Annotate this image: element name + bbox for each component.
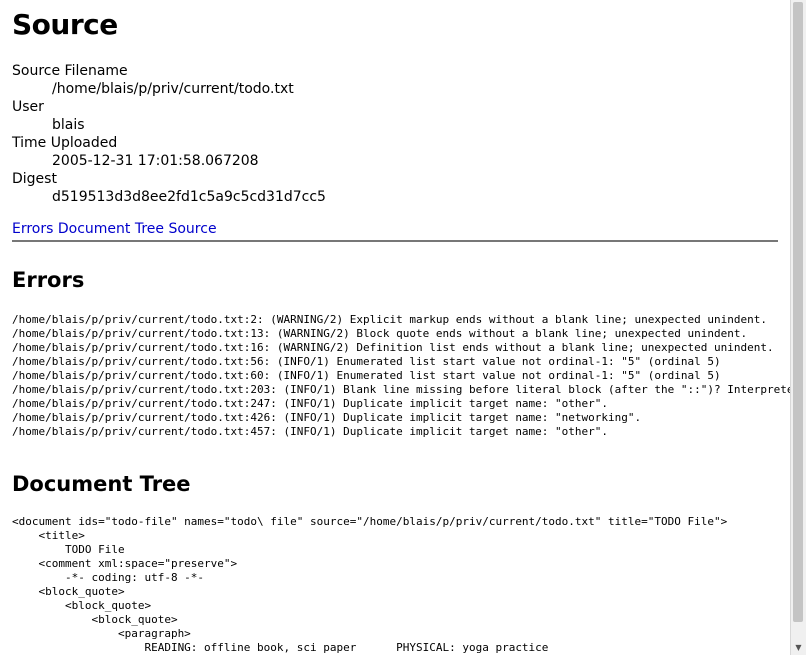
tree-line: TODO File — [12, 543, 125, 556]
divider — [12, 240, 778, 242]
errors-log: /home/blais/p/priv/current/todo.txt:2: (… — [12, 313, 790, 439]
error-line: /home/blais/p/priv/current/todo.txt:60: … — [12, 369, 721, 382]
scroll-down-arrow-icon[interactable]: ▼ — [791, 640, 806, 655]
page-title: Source — [12, 8, 118, 41]
error-line: /home/blais/p/priv/current/todo.txt:203:… — [12, 383, 790, 396]
metadata-value: d519513d3d8ee2fd1c5a9c5cd31d7cc5 — [52, 189, 326, 205]
document-tree-code: <document ids="todo-file" names="todo\ f… — [12, 515, 790, 655]
metadata-term: Time Uploaded — [12, 135, 118, 151]
document-tree-link[interactable]: Document Tree — [58, 221, 164, 237]
tree-line: <block_quote> — [12, 613, 178, 626]
source-link[interactable]: Source — [168, 221, 216, 237]
error-line: /home/blais/p/priv/current/todo.txt:426:… — [12, 411, 642, 424]
tree-line: -*- coding: utf-8 -*- — [12, 571, 205, 584]
tree-line: <block_quote> — [12, 585, 125, 598]
tree-line: <comment xml:space="preserve"> — [12, 557, 238, 570]
metadata-list: Source Filename /home/blais/p/priv/curre… — [12, 62, 326, 206]
error-line: /home/blais/p/priv/current/todo.txt:247:… — [12, 397, 609, 410]
metadata-term: User — [12, 99, 44, 115]
metadata-value: /home/blais/p/priv/current/todo.txt — [52, 81, 294, 97]
error-line: /home/blais/p/priv/current/todo.txt:2: (… — [12, 313, 767, 326]
errors-link[interactable]: Errors — [12, 221, 53, 237]
tree-line: <document ids="todo-file" names="todo\ f… — [12, 515, 728, 528]
error-line: /home/blais/p/priv/current/todo.txt:56: … — [12, 355, 721, 368]
tree-line: <paragraph> — [12, 627, 191, 640]
vertical-scrollbar[interactable]: ▼ — [790, 0, 806, 655]
tree-line: <block_quote> — [12, 599, 152, 612]
tree-line: READING: offline book, sci paper PHYSICA… — [12, 641, 549, 654]
scrollbar-thumb[interactable] — [793, 2, 803, 622]
error-line: /home/blais/p/priv/current/todo.txt:457:… — [12, 425, 609, 438]
metadata-value: blais — [52, 117, 85, 133]
error-line: /home/blais/p/priv/current/todo.txt:16: … — [12, 341, 774, 354]
metadata-term: Digest — [12, 171, 57, 187]
metadata-value: 2005-12-31 17:01:58.067208 — [52, 153, 259, 169]
document-tree-heading: Document Tree — [12, 472, 191, 496]
metadata-term: Source Filename — [12, 63, 128, 79]
section-links: Errors Document Tree Source — [12, 221, 217, 237]
error-line: /home/blais/p/priv/current/todo.txt:13: … — [12, 327, 748, 340]
tree-line: <title> — [12, 529, 85, 542]
errors-heading: Errors — [12, 268, 85, 292]
